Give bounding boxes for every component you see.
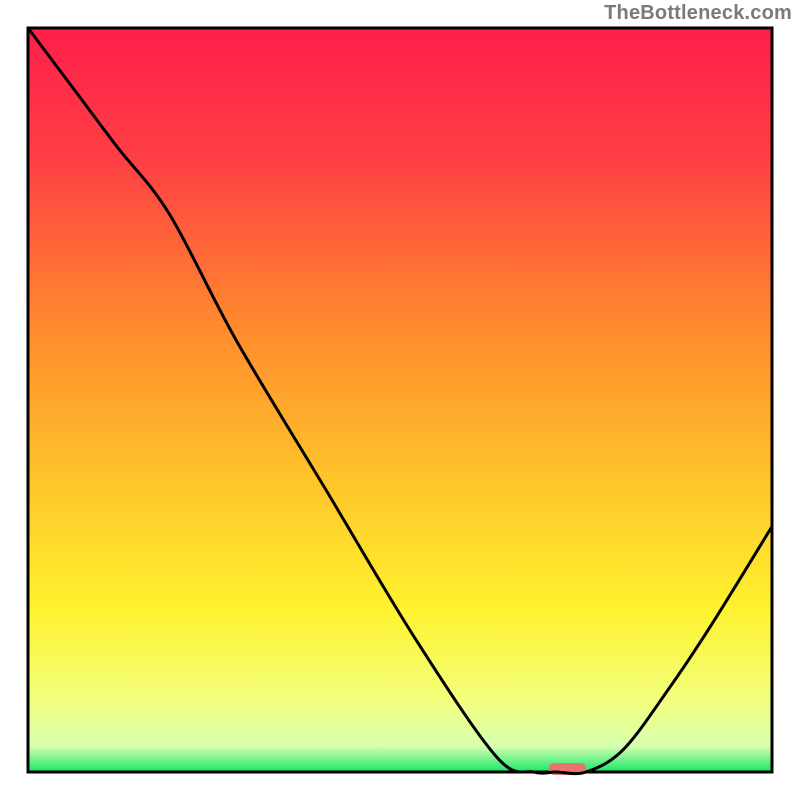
bottleneck-chart — [0, 0, 800, 800]
watermark-label: TheBottleneck.com — [604, 2, 792, 25]
plot-background — [28, 28, 772, 772]
chart-container: TheBottleneck.com — [0, 0, 800, 800]
